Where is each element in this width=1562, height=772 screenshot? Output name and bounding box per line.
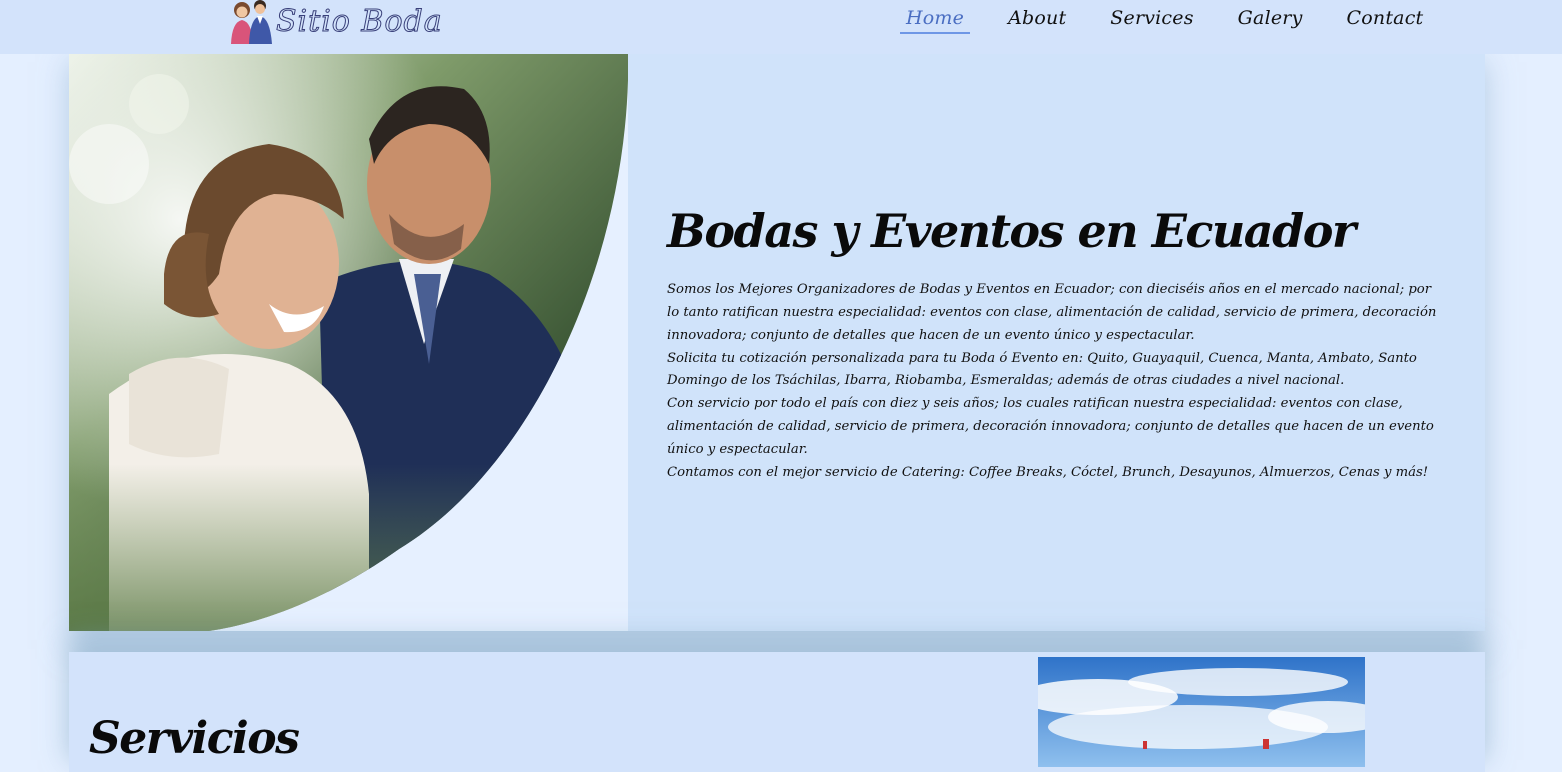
- hero-paragraph-3: Con servicio por todo el país con diez y…: [667, 396, 1434, 457]
- wedding-couple-photo: [69, 44, 628, 631]
- services-section: Servicios: [69, 652, 1485, 772]
- nav-about[interactable]: About: [1002, 1, 1072, 35]
- nav-contact[interactable]: Contact: [1341, 1, 1430, 35]
- couple-logo-icon: [228, 0, 274, 44]
- hero-section: Bodas y Eventos en Ecuador Somos los Mej…: [69, 44, 1485, 631]
- site-logo[interactable]: Sitio Boda: [228, 0, 443, 44]
- hero-paragraph-4: Contamos con el mejor servicio de Cateri…: [667, 464, 1429, 480]
- services-sky-photo: [1038, 657, 1365, 767]
- main-nav: Home About Services Galery Contact: [900, 0, 1461, 36]
- hero-paragraph-2: Solicita tu cotización personalizada par…: [667, 350, 1417, 389]
- nav-galery[interactable]: Galery: [1232, 1, 1309, 35]
- nav-services[interactable]: Services: [1104, 1, 1199, 35]
- logo-text: Sitio Boda: [276, 4, 443, 39]
- site-header: Sitio Boda Home About Services Galery Co…: [0, 0, 1562, 54]
- nav-home[interactable]: Home: [900, 1, 971, 35]
- hero-title: Bodas y Eventos en Ecuador: [667, 204, 1356, 258]
- hero-content: Bodas y Eventos en Ecuador Somos los Mej…: [667, 204, 1437, 484]
- hero-paragraph-1: Somos los Mejores Organizadores de Bodas…: [667, 282, 1437, 343]
- services-title: Servicios: [89, 712, 300, 764]
